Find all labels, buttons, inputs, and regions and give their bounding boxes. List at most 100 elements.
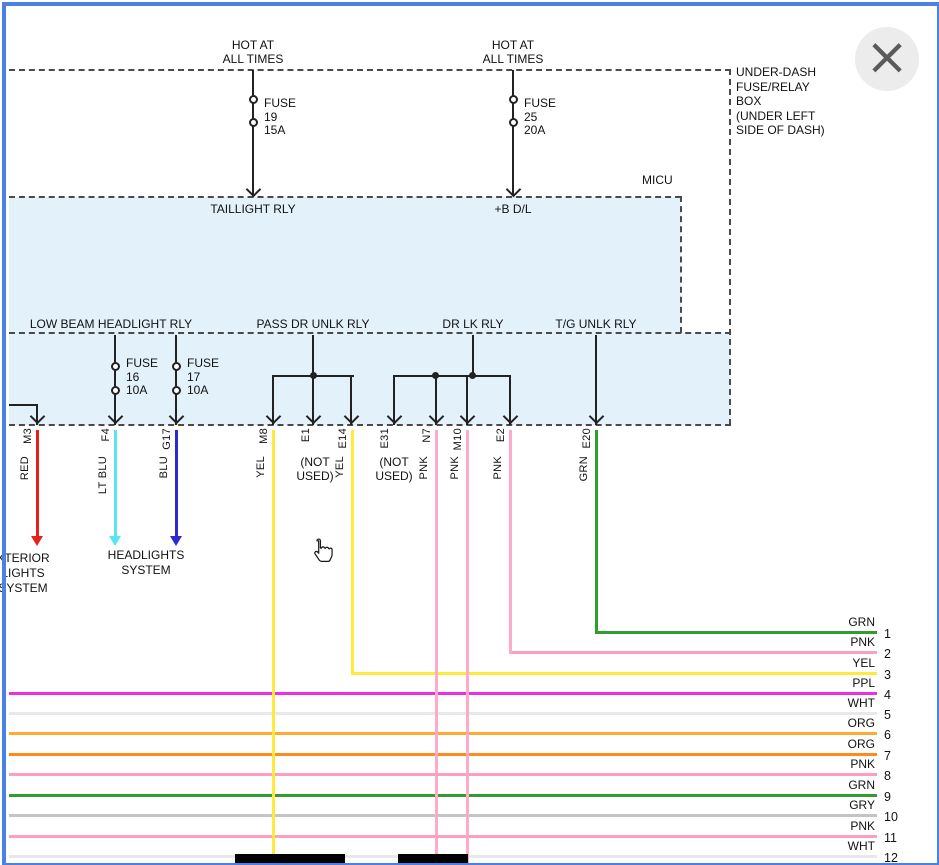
underdash-line4: (UNDER LEFT [736, 109, 825, 124]
bus-label-5: WHT [737, 696, 875, 710]
hot-at-all-times-right: HOT AT ALL TIMES [458, 38, 568, 66]
micu-label: MICU [642, 173, 673, 187]
fuse19-line1: FUSE [264, 97, 296, 111]
bus-wire-8-pnk [9, 773, 877, 776]
relay-label-pass-dr-unlk: PASS DR UNLK RLY [238, 317, 388, 331]
bus-number-5: 5 [884, 708, 891, 722]
bus-number-4: 4 [884, 688, 891, 702]
wire-ltblu-f4 [114, 430, 117, 537]
fuse17-label: FUSE 17 10A [187, 357, 219, 398]
fuse19-wire [252, 70, 254, 196]
wire-red-arrow-icon [31, 536, 43, 546]
micu-box-right-border [680, 196, 682, 333]
bus-number-7: 7 [884, 749, 891, 763]
bus-label-12: WHT [737, 839, 875, 853]
bus-wire-1-grn [595, 631, 877, 634]
m3-feed-wire-h [9, 404, 37, 406]
bus-number-2: 2 [884, 647, 891, 661]
bus-wire-10-gry [9, 814, 877, 817]
bus-number-1: 1 [884, 627, 891, 641]
bus-wire-11-pnk [9, 835, 877, 838]
fuse17-line2: 17 [187, 371, 219, 385]
close-button[interactable]: × [855, 27, 919, 91]
wire-color-pnk-m10-label: PNK [449, 456, 461, 480]
fuse17-line3: 10A [187, 384, 219, 398]
wire-yel-e14 [351, 430, 354, 675]
hot-right-line1: HOT AT [458, 38, 568, 52]
pin-e31-label: E31 [379, 428, 391, 448]
dr-lk-bus [393, 375, 511, 377]
wire-blu-arrow-icon [170, 536, 182, 546]
fuse25-line3: 20A [524, 124, 556, 138]
wiring-diagram-canvas[interactable]: HOT AT ALL TIMES HOT AT ALL TIMES FUSE 1… [0, 0, 939, 865]
hot-at-all-times-left: HOT AT ALL TIMES [198, 38, 308, 66]
hand-cursor-icon [306, 536, 334, 569]
pin-e20-label: E20 [581, 428, 593, 448]
fuse19-line3: 15A [264, 124, 296, 138]
underdash-line3: BOX [736, 94, 825, 109]
e1-note-line1: (NOT [283, 455, 347, 469]
underdash-line2: FUSE/RELAY [736, 80, 825, 95]
headlights-line1: HEADLIGHTS [96, 548, 196, 563]
bus-number-10: 10 [884, 810, 898, 824]
wire-color-blu-label: BLU [158, 456, 170, 478]
exterior-line2: LIGHTS [0, 566, 52, 581]
fuse17-line1: FUSE [187, 357, 219, 371]
wire-yel-m8 [272, 430, 275, 865]
micu-box-top-border [9, 196, 681, 198]
e31-note-line2: USED) [362, 469, 426, 483]
bus-label-6: ORG [737, 716, 875, 730]
bus-label-2: PNK [737, 635, 875, 649]
exterior-line3: SYSTEM [0, 581, 52, 596]
bus-label-3: YEL [737, 656, 875, 670]
fuse25-arrow-icon [506, 182, 522, 198]
wire-red-m3 [36, 430, 39, 537]
pin-e2-label: E2 [495, 428, 507, 442]
relay-label-low-beam: LOW BEAM HEADLIGHT RLY [16, 317, 206, 331]
e1-note-line2: USED) [283, 469, 347, 483]
wire-pnk-n7 [435, 430, 438, 865]
wire-color-ltblu-label: LT BLU [97, 456, 109, 494]
bus-number-3: 3 [884, 668, 891, 682]
wire-color-yel-m8-label: YEL [255, 456, 267, 478]
e1-not-used-note: (NOT USED) [283, 455, 347, 483]
bus-label-1: GRN [737, 615, 875, 629]
pin-m3-label: M3 [22, 428, 34, 444]
b-dl-label: +B D/L [458, 202, 568, 216]
bottom-connector-bar-2 [398, 854, 468, 865]
underdash-line1: UNDER-DASH [736, 65, 825, 80]
fuse16-label: FUSE 16 10A [126, 357, 158, 398]
fuse25-line2: 25 [524, 111, 556, 125]
underdash-line5: SIDE OF DASH) [736, 123, 825, 138]
wire-pnk-m10 [466, 430, 469, 865]
fuse16-line1: FUSE [126, 357, 158, 371]
underdash-box-label: UNDER-DASH FUSE/RELAY BOX (UNDER LEFT SI… [736, 65, 825, 138]
wire-ltblu-arrow-icon [109, 536, 121, 546]
fuse17-terminal-bottom [172, 386, 181, 395]
bus-number-9: 9 [884, 790, 891, 804]
exterior-line1: XTERIOR [0, 551, 52, 566]
relay-label-tg-unlk: T/G UNLK RLY [541, 317, 651, 331]
bus-number-11: 11 [884, 831, 897, 845]
bus-number-8: 8 [884, 769, 891, 783]
headlights-system-label: HEADLIGHTS SYSTEM [96, 548, 196, 578]
wire-pnk-e2 [509, 430, 512, 654]
fuse19-line2: 19 [264, 111, 296, 125]
fuse16-terminal-top [111, 362, 120, 371]
wire-color-grn-e20-label: GRN [578, 456, 590, 481]
fuse25-wire [512, 70, 514, 196]
bus-label-10: GRY [737, 798, 875, 812]
exterior-lights-system-label: XTERIOR LIGHTS SYSTEM [0, 551, 52, 596]
fuse25-terminal-top [509, 95, 518, 104]
bus-label-9: GRN [737, 778, 875, 792]
bus-wire-5-wht [9, 712, 877, 715]
fuse25-line1: FUSE [524, 97, 556, 111]
wire-color-red-label: RED [19, 456, 31, 480]
micu-box-notch [681, 197, 731, 333]
taillight-rly-label: TAILLIGHT RLY [188, 202, 318, 216]
underdash-box-top-border [9, 69, 731, 71]
bus-wire-4-ppl [9, 692, 877, 695]
wire-color-pnk-e2-label: PNK [492, 456, 504, 480]
bus-label-4: PPL [737, 676, 875, 690]
fuse19-label: FUSE 19 15A [264, 97, 296, 138]
